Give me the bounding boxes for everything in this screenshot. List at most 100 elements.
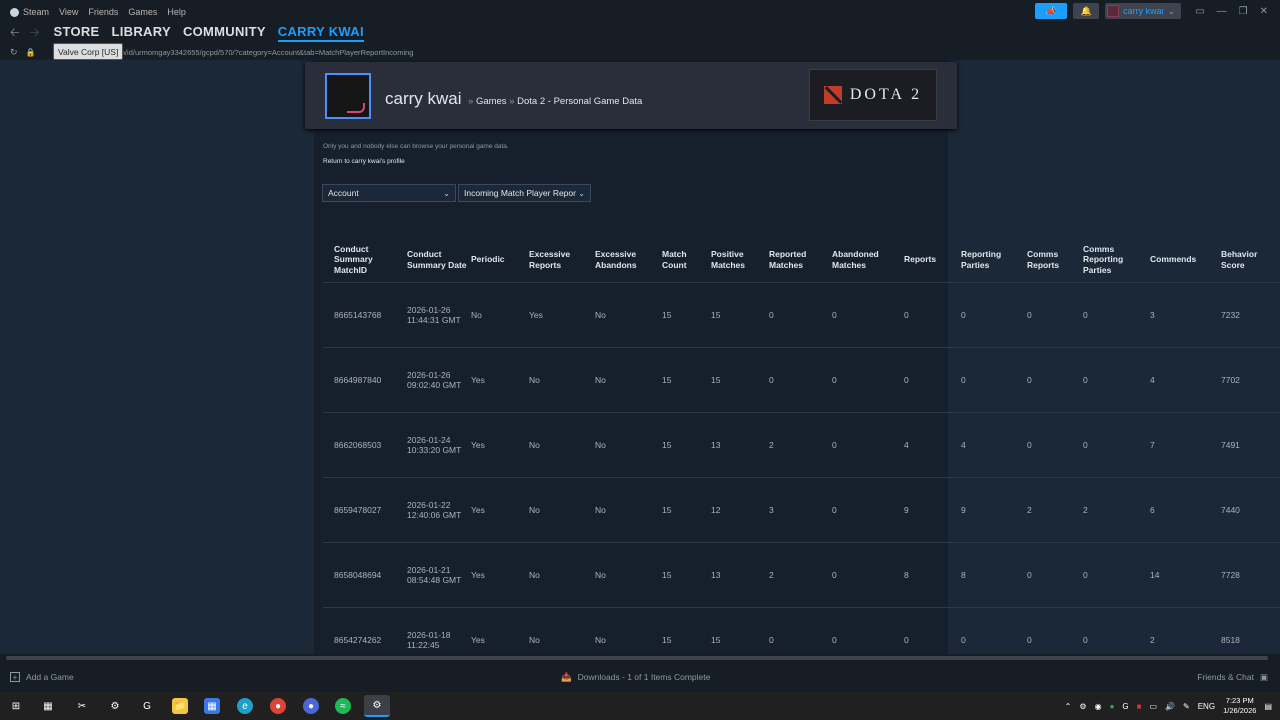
menu-steam[interactable]: Steam bbox=[10, 7, 49, 17]
menu-help[interactable]: Help bbox=[167, 7, 186, 17]
big-picture-icon[interactable]: ▭ bbox=[1195, 6, 1204, 17]
url-text[interactable]: y.com/id/urmomgay3342655/gcpd/570/?categ… bbox=[106, 48, 414, 57]
menu-bar: Steam View Friends Games Help 📣 🔔 carry … bbox=[0, 0, 1280, 24]
table-cell: Yes bbox=[471, 634, 485, 645]
page-content: carry kwai » Games » Dota 2 - Personal G… bbox=[0, 60, 1280, 654]
table-cell: 2026-01-26 09:02:40 GMT bbox=[407, 369, 462, 391]
chevron-down-icon: ⌄ bbox=[578, 188, 585, 198]
tray-display-icon[interactable]: ▭ bbox=[1149, 702, 1157, 711]
app-g-icon[interactable]: G bbox=[139, 698, 155, 714]
tray-steam-icon[interactable]: ⚙ bbox=[1079, 702, 1086, 711]
nav-profile[interactable]: CARRY KWAI bbox=[277, 24, 364, 42]
table-cell: No bbox=[529, 374, 540, 385]
notifications-button[interactable]: 🔔 bbox=[1073, 3, 1100, 19]
chrome-icon[interactable]: ● bbox=[270, 698, 286, 714]
account-menu[interactable]: carry kwai ⌄ bbox=[1105, 3, 1182, 19]
tray-app-icon[interactable]: G bbox=[1122, 702, 1128, 711]
chevron-down-icon: ⌄ bbox=[1167, 5, 1176, 16]
table-cell: 6 bbox=[1150, 504, 1155, 515]
tray-language[interactable]: ENG bbox=[1198, 702, 1215, 711]
minimize-icon[interactable]: — bbox=[1217, 6, 1227, 17]
task-view-icon[interactable]: ▦ bbox=[40, 698, 56, 714]
menu-view[interactable]: View bbox=[59, 7, 78, 17]
crumb-games[interactable]: Games bbox=[476, 96, 507, 107]
spotify-icon[interactable]: ≈ bbox=[335, 698, 351, 714]
edge-icon[interactable]: e bbox=[237, 698, 253, 714]
table-cell: No bbox=[471, 309, 482, 320]
steam-taskbar-icon[interactable]: ⚙ bbox=[364, 695, 390, 717]
return-profile-link[interactable]: Return to carry kwai's profile bbox=[323, 158, 405, 165]
tray-discord-icon[interactable]: ◉ bbox=[1095, 702, 1102, 711]
file-explorer-icon[interactable]: 📁 bbox=[172, 698, 188, 714]
nav-library[interactable]: LIBRARY bbox=[112, 24, 171, 42]
add-game-button[interactable]: + Add a Game bbox=[10, 672, 74, 682]
avatar bbox=[1107, 5, 1120, 17]
nav-bar: 🡠 🡢 STORE LIBRARY COMMUNITY CARRY KWAI bbox=[0, 22, 1280, 44]
dota2-logo[interactable]: DOTA 2 bbox=[809, 69, 937, 121]
column-header: Comms Reports bbox=[1027, 249, 1060, 270]
reload-icon[interactable]: ↻ bbox=[10, 47, 18, 58]
column-header: Reported Matches bbox=[769, 249, 807, 270]
close-icon[interactable]: ✕ bbox=[1260, 6, 1268, 17]
back-arrow-icon[interactable]: 🡠 bbox=[10, 23, 20, 44]
store-icon[interactable]: ▦ bbox=[204, 698, 220, 714]
table-cell: 0 bbox=[1083, 634, 1088, 645]
table-cell: 0 bbox=[832, 374, 837, 385]
chrome-profile-icon[interactable]: ● bbox=[303, 698, 319, 714]
nav-store[interactable]: STORE bbox=[53, 24, 99, 42]
tray-volume-icon[interactable]: 🔊 bbox=[1165, 702, 1175, 711]
table-cell: 2026-01-22 12:40:06 GMT bbox=[407, 499, 462, 521]
table-cell: 15 bbox=[662, 309, 672, 320]
forward-arrow-icon[interactable]: 🡢 bbox=[30, 23, 40, 44]
table-row: 8654274262 2026-01-18 11:22:45 Yes No No 15 15… bbox=[323, 608, 1280, 654]
table-cell: 0 bbox=[1083, 569, 1088, 580]
table-cell: 0 bbox=[904, 634, 909, 645]
column-header: Reports bbox=[904, 254, 937, 265]
tray-spotify-icon[interactable]: ● bbox=[1110, 702, 1115, 711]
maximize-icon[interactable]: ❐ bbox=[1239, 6, 1248, 17]
tray-clock[interactable]: 7:23 PM 1/26/2026 bbox=[1223, 696, 1256, 716]
table-cell: 2 bbox=[1150, 634, 1155, 645]
table-cell: 8 bbox=[961, 569, 966, 580]
table-cell: Yes bbox=[471, 504, 485, 515]
bell-icon: 🔔 bbox=[1080, 5, 1092, 16]
horizontal-scrollbar[interactable] bbox=[0, 654, 1280, 662]
table-cell: 8658048694 bbox=[334, 569, 382, 580]
announcements-button[interactable]: 📣 bbox=[1035, 3, 1068, 19]
tab-select[interactable]: Incoming Match Player Repor ⌄ bbox=[458, 184, 591, 202]
tray-pen-icon[interactable]: ✎ bbox=[1183, 702, 1190, 711]
window-controls: ▭ — ❐ ✕ bbox=[1195, 6, 1268, 17]
table-row: 8659478027 2026-01-22 12:40:06 GMT Yes No No… bbox=[323, 478, 1280, 543]
scrollbar-thumb[interactable] bbox=[6, 656, 1268, 660]
friends-chat-button[interactable]: Friends & Chat ▣ bbox=[1197, 672, 1268, 683]
column-header: Excessive Reports bbox=[529, 249, 571, 270]
table-cell: No bbox=[595, 374, 606, 385]
table-cell: 2026-01-26 11:44:31 GMT bbox=[407, 304, 461, 326]
megaphone-icon: 📣 bbox=[1045, 5, 1057, 16]
table-cell: 7440 bbox=[1221, 504, 1240, 515]
table-row: 8662068503 2026-01-24 10:33:20 GMT Yes No No… bbox=[323, 413, 1280, 478]
settings-gear-icon[interactable]: ⚙ bbox=[107, 698, 123, 714]
snipping-tool-icon[interactable]: ✂ bbox=[74, 698, 90, 714]
profile-avatar[interactable] bbox=[325, 73, 371, 119]
notification-center-icon[interactable]: ▤ bbox=[1264, 702, 1272, 711]
table-row: 8664987840 2026-01-26 09:02:40 GMT Yes No No… bbox=[323, 348, 1280, 413]
nav-community[interactable]: COMMUNITY bbox=[183, 24, 266, 42]
profile-name[interactable]: carry kwai bbox=[385, 89, 462, 109]
table-cell: 14 bbox=[1150, 569, 1160, 580]
certificate-tooltip: Valve Corp [US] bbox=[53, 43, 124, 60]
lock-icon[interactable]: 🔒 bbox=[26, 48, 36, 57]
menu-games[interactable]: Games bbox=[128, 7, 157, 17]
table-cell: 4 bbox=[904, 439, 909, 450]
crumb-game[interactable]: Dota 2 - Personal Game Data bbox=[517, 96, 642, 107]
table-cell: Yes bbox=[471, 569, 485, 580]
table-row: 8665143768 2026-01-26 11:44:31 GMT No Yes No… bbox=[323, 283, 1280, 348]
downloads-status[interactable]: 📥 Downloads - 1 of 1 Items Complete bbox=[561, 672, 710, 683]
tray-red-app-icon[interactable]: ■ bbox=[1137, 702, 1142, 711]
table-cell: No bbox=[529, 504, 540, 515]
windows-start-icon[interactable]: ⊞ bbox=[8, 698, 24, 714]
category-select[interactable]: Account ⌄ bbox=[322, 184, 456, 202]
tray-chevron-icon[interactable]: ⌃ bbox=[1065, 702, 1072, 711]
table-cell: 0 bbox=[1027, 569, 1032, 580]
menu-friends[interactable]: Friends bbox=[88, 7, 118, 17]
